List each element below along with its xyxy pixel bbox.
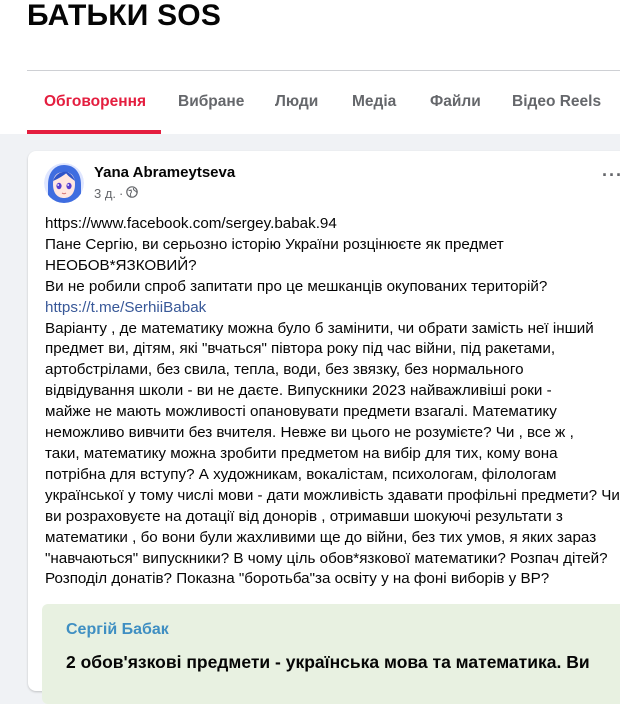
post-line: математики , бо вони були жахливими ще д… bbox=[45, 528, 597, 546]
post-line: таки, математику можна зробити предметом… bbox=[45, 444, 558, 462]
post-line: https://www.facebook.com/sergey.babak.94 bbox=[45, 215, 337, 232]
post-line: неможливо вивчити без вчителя. Невже ви … bbox=[45, 424, 574, 442]
embedded-post[interactable]: Сергій Бабак 2 обов'язкові предмети - ук… bbox=[42, 604, 620, 704]
post-line: потрібна для вступу? А художникам, вокал… bbox=[45, 465, 557, 483]
group-header: БАТЬКИ SOS Обговорення Вибране Люди Меді… bbox=[0, 0, 620, 134]
post-meta: 3 д. · bbox=[94, 186, 139, 201]
post-line: предмет ви, дітям, які "вчаться" півтора… bbox=[45, 340, 556, 358]
tab-discussion[interactable]: Обговорення bbox=[44, 71, 146, 131]
meta-separator: · bbox=[119, 186, 124, 201]
tab-reels[interactable]: Відео Reels bbox=[512, 71, 601, 131]
tab-files[interactable]: Файли bbox=[430, 71, 481, 131]
post-line: Розподіл донатів? Показна "боротьба"за о… bbox=[45, 570, 550, 588]
post-line: української у тому числі мови - дати мож… bbox=[45, 486, 620, 504]
post-line: майже не мають можливості опановувати пр… bbox=[45, 403, 557, 421]
post-line: Варіанту , де математику можна було б за… bbox=[45, 319, 594, 337]
post-line: артобстрілами, без свила, тепла, води, б… bbox=[45, 361, 524, 379]
telegram-link[interactable]: https://t.me/SerhiiBabak bbox=[45, 298, 620, 319]
group-title: БАТЬКИ SOS bbox=[27, 0, 222, 32]
active-tab-indicator bbox=[27, 130, 161, 134]
post-time[interactable]: 3 д. bbox=[94, 186, 116, 201]
post-line: ви розраховуєте на дотації від донорів ,… bbox=[45, 507, 563, 525]
avatar[interactable] bbox=[44, 163, 84, 203]
embed-text: 2 обов'язкові предмети - українська мова… bbox=[66, 652, 590, 672]
tab-featured[interactable]: Вибране bbox=[178, 71, 244, 131]
post-text: https://www.facebook.com/sergey.babak.94… bbox=[45, 214, 620, 590]
post-line: НЕОБОВ*ЯЗКОВИЙ? bbox=[45, 256, 197, 274]
more-options-icon[interactable]: ··· bbox=[602, 165, 620, 185]
post-line: відвідування школи - ви не даєте. Випуск… bbox=[45, 382, 552, 400]
tab-people[interactable]: Люди bbox=[275, 71, 318, 131]
group-tabs: Обговорення Вибране Люди Медіа Файли Від… bbox=[27, 71, 620, 134]
globe-icon bbox=[126, 186, 139, 201]
post-line: Пане Сергію, ви серьозно історію України… bbox=[45, 235, 504, 253]
embed-author[interactable]: Сергій Бабак bbox=[66, 621, 169, 639]
post-line: Ви не робили спроб запитати про це мешка… bbox=[45, 277, 548, 295]
post-author[interactable]: Yana Abrameytseva bbox=[94, 164, 235, 181]
post-line: "навчаються" випускники? В чому ціль обо… bbox=[45, 549, 608, 567]
tab-media[interactable]: Медіа bbox=[352, 71, 396, 131]
post-card: Yana Abrameytseva 3 д. · ··· https://www… bbox=[28, 151, 620, 704]
